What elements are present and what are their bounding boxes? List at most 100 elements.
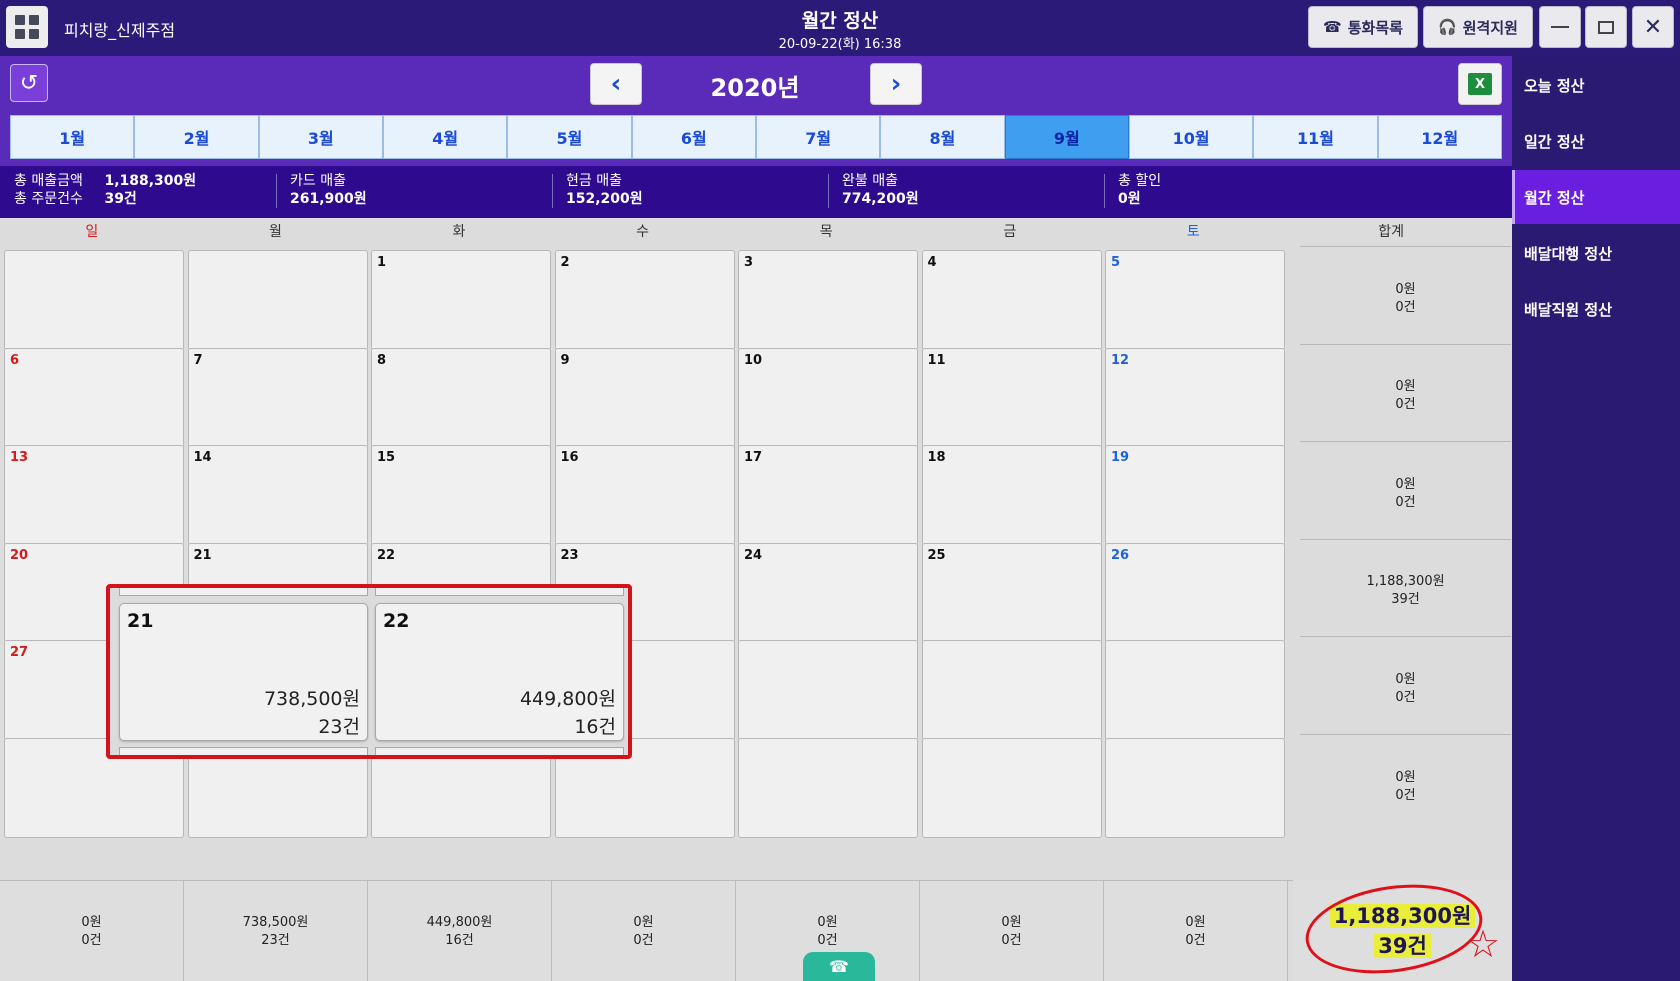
month-tab-11[interactable]: 11월 — [1253, 115, 1378, 159]
calendar-day-cell[interactable]: 7 — [187, 347, 368, 448]
calendar-day-cell[interactable]: 6 — [4, 347, 184, 448]
calendar-day-cell[interactable]: 17 — [738, 445, 918, 546]
prev-year-button[interactable]: ‹ — [590, 63, 642, 105]
calendar-day-cell[interactable]: 9 — [554, 347, 735, 448]
week-total: 0원 0건 — [1300, 343, 1511, 448]
page-title: 월간 정산 — [801, 10, 879, 32]
summary-cash: 현금 매출 152,200원 — [552, 166, 828, 218]
weekday-total-count: 23건 — [261, 932, 290, 948]
calendar-day-cell[interactable]: 24 — [738, 542, 918, 643]
month-tab-2[interactable]: 2월 — [134, 115, 259, 159]
sidebar-item-1[interactable]: 일간 정산 — [1512, 114, 1680, 168]
month-tab-9[interactable]: 9월 — [1004, 115, 1129, 159]
calendar-day-cell[interactable]: 4 — [921, 250, 1102, 350]
restore-button[interactable] — [1585, 6, 1627, 48]
month-tab-7[interactable]: 7월 — [755, 115, 881, 159]
sidebar-item-3[interactable]: 배달대행 정산 — [1512, 226, 1680, 280]
month-tab-10[interactable]: 10월 — [1128, 115, 1254, 159]
month-tab-1[interactable]: 1월 — [10, 115, 135, 159]
weekday-total-amount: 0원 — [817, 914, 838, 930]
weekday-total: 738,500원 23건 — [184, 881, 368, 981]
calendar-day-cell[interactable] — [921, 738, 1102, 838]
zoom-day-count: 16건 — [574, 716, 616, 738]
day-number: 13 — [10, 450, 29, 466]
call-list-label: 통화목록 — [1347, 18, 1403, 37]
calendar-day-cell[interactable] — [187, 250, 368, 350]
cash-sales-value: 152,200원 — [566, 191, 643, 207]
weekday-head-4: 목 — [819, 224, 833, 240]
sidebar-item-0[interactable]: 오늘 정산 — [1512, 58, 1680, 112]
excel-export-button[interactable]: X — [1458, 63, 1502, 105]
cash-sales-label: 현금 매출 — [566, 173, 622, 189]
calendar-day-cell[interactable]: 2 — [554, 250, 735, 350]
week-total-count: 0건 — [1395, 299, 1416, 315]
weekday-total-count: 16건 — [445, 932, 474, 948]
headset-icon: 🎧 — [1438, 18, 1457, 36]
phone-tab-button[interactable]: ☎ — [803, 952, 875, 981]
zoom-day-21[interactable]: 21 738,500원 23건 — [119, 603, 368, 741]
zoom-day-amount: 449,800원 — [519, 688, 616, 710]
zoom-day-number: 22 — [383, 610, 410, 632]
calendar-day-cell[interactable]: 26 — [1105, 542, 1285, 643]
refresh-button[interactable]: ↺ — [10, 64, 48, 102]
zoom-callout: 21 738,500원 23건 22 449,800원 16건 — [106, 584, 632, 759]
month-tab-8[interactable]: 8월 — [880, 115, 1005, 159]
zoom-day-22[interactable]: 22 449,800원 16건 — [375, 603, 624, 741]
next-year-button[interactable]: › — [870, 63, 922, 105]
day-number: 10 — [744, 352, 763, 368]
call-list-button[interactable]: ☎ 통화목록 — [1308, 6, 1418, 48]
calendar-day-cell[interactable]: 16 — [554, 445, 735, 546]
day-number: 18 — [927, 450, 946, 466]
calendar-day-cell[interactable]: 11 — [921, 347, 1102, 448]
calendar-day-cell[interactable]: 13 — [4, 445, 184, 546]
calendar-day-cell[interactable]: 19 — [1105, 445, 1285, 546]
month-tabs: 1월 2월 3월 4월 5월 6월 7월 8월 9월 10월 11월 12월 — [10, 115, 1502, 159]
week-total: 0원 0건 — [1300, 246, 1511, 350]
calendar-day-cell[interactable]: 10 — [738, 347, 918, 448]
sidebar-item-2[interactable]: 월간 정산 — [1512, 170, 1680, 224]
calendar-day-cell[interactable]: 5 — [1105, 250, 1285, 350]
card-sales-label: 카드 매출 — [290, 173, 346, 189]
close-icon: ✕ — [1643, 14, 1663, 40]
calendar-day-cell[interactable] — [738, 738, 918, 838]
calendar-day-cell[interactable]: 12 — [1105, 347, 1285, 448]
monthly-settlement-panel: ↺ ‹ 2020년 › X 1월 2월 3월 4월 5월 6월 7월 8월 9월 10월 11월 12… — [0, 56, 1512, 981]
year-label: 2020년 — [710, 74, 800, 102]
total-sales-label: 총 매출금액 — [14, 173, 83, 189]
calendar-day-cell[interactable]: 1 — [371, 250, 551, 350]
day-number: 2 — [560, 255, 570, 270]
weekday-total-count: 0건 — [1185, 932, 1206, 948]
summary-total: 총 매출금액 1,188,300원 총 주문건수 39건 — [0, 166, 276, 218]
calendar-day-cell[interactable]: 8 — [371, 347, 551, 448]
remote-support-button[interactable]: 🎧 원격지원 — [1423, 6, 1533, 48]
chevron-left-icon: ‹ — [610, 69, 622, 99]
day-number: 7 — [193, 352, 203, 368]
apps-grid-icon[interactable] — [6, 6, 48, 48]
weekday-head-0: 일 — [85, 224, 99, 240]
calendar-day-cell[interactable] — [1105, 738, 1285, 838]
discount-value: 0원 — [1118, 191, 1141, 207]
month-tab-5[interactable]: 5월 — [507, 115, 632, 159]
calendar-day-cell[interactable]: 15 — [371, 445, 551, 546]
calendar-day-cell[interactable] — [4, 250, 184, 350]
month-tab-6[interactable]: 6월 — [631, 115, 756, 159]
calendar-day-cell[interactable]: 25 — [921, 542, 1102, 643]
minimize-button[interactable] — [1539, 6, 1581, 48]
excel-icon: X — [1468, 73, 1492, 95]
month-tab-12[interactable]: 12월 — [1377, 115, 1502, 159]
close-button[interactable]: ✕ — [1632, 6, 1674, 48]
zoom-day-amount: 738,500원 — [263, 688, 360, 710]
calendar-day-cell[interactable]: 18 — [921, 445, 1102, 546]
calendar-day-cell[interactable] — [921, 640, 1102, 741]
weekday-totals-row: 0원 0건 738,500원 23건 449,800원 16건 0원 0건 0원 0건 0원 0건 0원… — [0, 880, 1512, 981]
calendar-day-cell[interactable]: 14 — [187, 445, 368, 546]
month-tab-3[interactable]: 3월 — [258, 115, 383, 159]
calendar-day-cell[interactable]: 3 — [738, 250, 918, 350]
weekday-total-amount: 0원 — [1185, 914, 1206, 930]
calendar-day-cell[interactable] — [738, 640, 918, 741]
sidebar-item-4[interactable]: 배달직원 정산 — [1512, 282, 1680, 336]
month-tab-4[interactable]: 4월 — [382, 115, 508, 159]
summary-refund: 완불 매출 774,200원 — [828, 166, 1104, 218]
week-total-amount: 0원 — [1395, 476, 1416, 492]
calendar-day-cell[interactable] — [1105, 640, 1285, 741]
